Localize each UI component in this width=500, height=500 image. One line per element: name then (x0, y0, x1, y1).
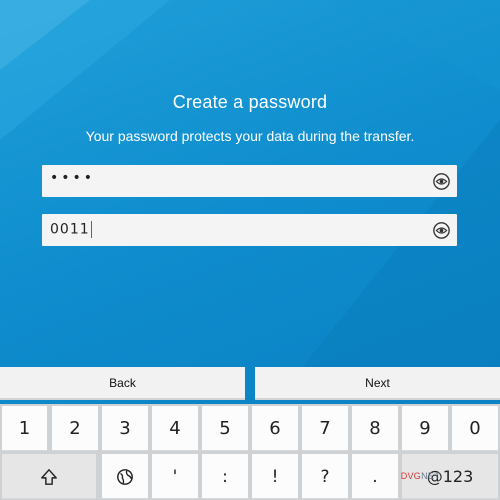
navigation-bar: Back Next (0, 367, 500, 402)
key-0[interactable]: 0 (452, 406, 498, 451)
password-value: •••• (50, 170, 96, 186)
key-9[interactable]: 9 (402, 406, 448, 451)
key-4[interactable]: 4 (152, 406, 198, 451)
key-question[interactable]: ? (302, 454, 348, 499)
page-subtitle: Your password protects your data during … (85, 128, 415, 144)
next-button[interactable]: Next (255, 367, 500, 400)
key-7[interactable]: 7 (302, 406, 348, 451)
watermark: DVGNET (400, 471, 440, 481)
key-apostrophe[interactable]: ' (152, 454, 198, 499)
password-field[interactable]: •••• (42, 165, 457, 197)
text-cursor (90, 221, 92, 238)
globe-icon (117, 468, 133, 485)
transfer-setup-screen: Create a password Your password protects… (0, 0, 500, 500)
key-6[interactable]: 6 (252, 406, 298, 451)
confirm-password-value: 0011 (50, 221, 92, 238)
eye-icon[interactable] (433, 222, 450, 239)
shift-key[interactable] (2, 454, 96, 499)
page-title: Create a password (172, 92, 328, 112)
key-period[interactable]: . (352, 454, 398, 499)
key-5[interactable]: 5 (202, 406, 248, 451)
eye-icon[interactable] (433, 173, 450, 190)
key-3[interactable]: 3 (102, 406, 148, 451)
virtual-keyboard: 1 2 3 4 5 6 7 8 9 0 ' : ! ? . @123 (0, 404, 500, 500)
key-exclamation[interactable]: ! (252, 454, 298, 499)
key-2[interactable]: 2 (52, 406, 98, 451)
key-8[interactable]: 8 (352, 406, 398, 451)
key-colon[interactable]: : (202, 454, 248, 499)
confirm-password-field[interactable]: 0011 (42, 214, 457, 246)
shift-icon (41, 468, 57, 485)
globe-key[interactable] (102, 454, 148, 499)
back-button[interactable]: Back (0, 367, 245, 400)
key-1[interactable]: 1 (2, 406, 47, 451)
